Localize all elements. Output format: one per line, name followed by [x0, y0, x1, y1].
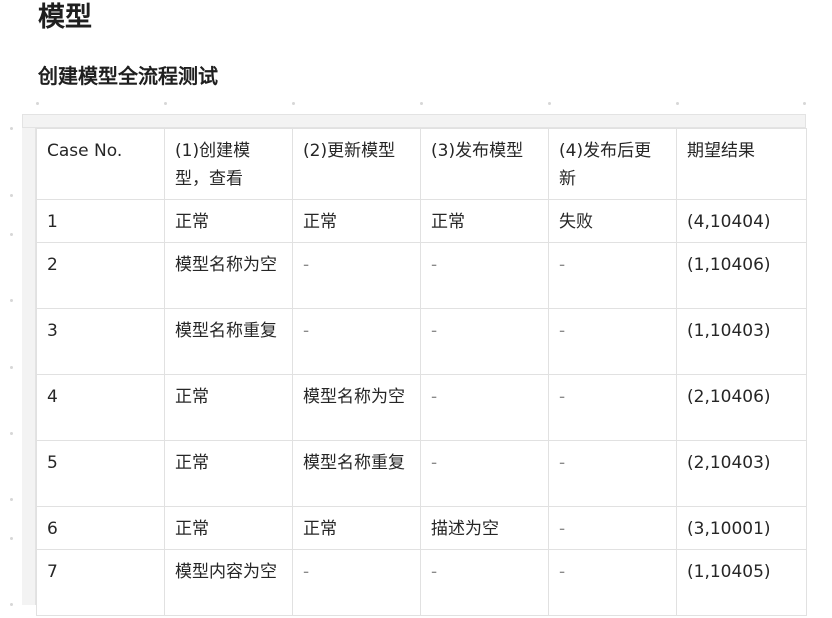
- table-cell[interactable]: 1: [36, 199, 165, 243]
- row-handles: [8, 0, 16, 618]
- table-row: 3 模型名称重复 - - - (1,10403): [36, 308, 807, 375]
- header-cell[interactable]: 期望结果: [676, 128, 807, 200]
- table-row: 5 正常 模型名称重复 - - (2,10403): [36, 440, 807, 507]
- table-cell[interactable]: -: [420, 308, 549, 375]
- table-row: 1 正常 正常 正常 失败 (4,10404): [36, 199, 807, 243]
- header-row: Case No. (1)创建模型，查看 (2)更新模型 (3)发布模型 (4)发…: [36, 128, 807, 200]
- table-cell[interactable]: 正常: [164, 506, 293, 550]
- table-cell[interactable]: (2,10403): [676, 440, 807, 507]
- table-cell[interactable]: 模型名称为空: [292, 374, 421, 441]
- table-cell[interactable]: (1,10405): [676, 549, 807, 616]
- table-cell[interactable]: 2: [36, 242, 165, 309]
- test-case-table: Case No. (1)创建模型，查看 (2)更新模型 (3)发布模型 (4)发…: [36, 128, 807, 616]
- table-cell[interactable]: -: [548, 549, 677, 616]
- table-row: 7 模型内容为空 - - - (1,10405): [36, 549, 807, 616]
- row-selector-bar[interactable]: [22, 128, 36, 605]
- table-cell[interactable]: 3: [36, 308, 165, 375]
- table-cell[interactable]: -: [548, 374, 677, 441]
- header-cell[interactable]: (4)发布后更新: [548, 128, 677, 200]
- header-cell[interactable]: Case No.: [36, 128, 165, 200]
- table-cell[interactable]: -: [292, 242, 421, 309]
- table-cell[interactable]: (3,10001): [676, 506, 807, 550]
- table-cell[interactable]: -: [548, 308, 677, 375]
- table-cell[interactable]: -: [420, 374, 549, 441]
- table-cell[interactable]: (2,10406): [676, 374, 807, 441]
- table-cell[interactable]: 描述为空: [420, 506, 549, 550]
- table-cell[interactable]: 正常: [164, 199, 293, 243]
- table-cell[interactable]: (1,10406): [676, 242, 807, 309]
- table-cell[interactable]: -: [548, 440, 677, 507]
- table-cell[interactable]: (1,10403): [676, 308, 807, 375]
- table-row: 2 模型名称为空 - - - (1,10406): [36, 242, 807, 309]
- table-cell[interactable]: -: [292, 549, 421, 616]
- table-cell[interactable]: 7: [36, 549, 165, 616]
- table-cell[interactable]: 失败: [548, 199, 677, 243]
- table-cell[interactable]: 模型名称为空: [164, 242, 293, 309]
- table-cell[interactable]: 正常: [164, 374, 293, 441]
- header-cell[interactable]: (2)更新模型: [292, 128, 421, 200]
- table-cell[interactable]: 6: [36, 506, 165, 550]
- table-cell[interactable]: 正常: [164, 440, 293, 507]
- table-cell[interactable]: -: [548, 506, 677, 550]
- page-title: 模型: [38, 2, 92, 33]
- table-cell[interactable]: 模型名称重复: [164, 308, 293, 375]
- table-cell[interactable]: 5: [36, 440, 165, 507]
- table-cell[interactable]: 正常: [292, 199, 421, 243]
- column-selector-bar[interactable]: [22, 114, 806, 128]
- table-cell[interactable]: -: [548, 242, 677, 309]
- table-cell[interactable]: 模型内容为空: [164, 549, 293, 616]
- table-cell[interactable]: 4: [36, 374, 165, 441]
- table-cell[interactable]: -: [292, 308, 421, 375]
- table-cell[interactable]: -: [420, 549, 549, 616]
- table-row: 6 正常 正常 描述为空 - (3,10001): [36, 506, 807, 550]
- header-cell[interactable]: (1)创建模型，查看: [164, 128, 293, 200]
- section-heading: 创建模型全流程测试: [38, 64, 218, 88]
- table-cell[interactable]: (4,10404): [676, 199, 807, 243]
- header-cell[interactable]: (3)发布模型: [420, 128, 549, 200]
- table-row: 4 正常 模型名称为空 - - (2,10406): [36, 374, 807, 441]
- table-cell[interactable]: -: [420, 242, 549, 309]
- table-cell[interactable]: 正常: [292, 506, 421, 550]
- column-handles: [0, 100, 832, 108]
- table-cell[interactable]: 正常: [420, 199, 549, 243]
- table-cell[interactable]: 模型名称重复: [292, 440, 421, 507]
- table-cell[interactable]: -: [420, 440, 549, 507]
